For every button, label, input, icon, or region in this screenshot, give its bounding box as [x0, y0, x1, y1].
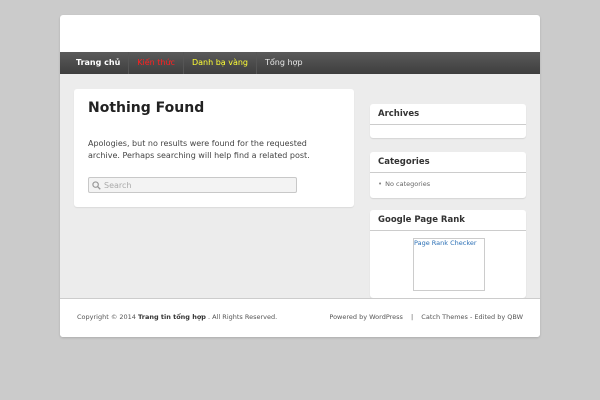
- nav-item-summary[interactable]: Tổng hợp: [257, 52, 311, 74]
- widget-title: Google Page Rank: [370, 210, 526, 231]
- content-panel: Nothing Found Apologies, but no results …: [74, 89, 354, 207]
- site-name-link[interactable]: Trang tin tổng hợp: [138, 313, 206, 321]
- nav-item-directory[interactable]: Danh bạ vàng: [184, 52, 258, 74]
- page-title: Nothing Found: [88, 100, 205, 116]
- search-input[interactable]: [102, 179, 289, 191]
- credits: Powered by WordPress | Catch Themes - Ed…: [329, 313, 523, 321]
- powered-by-link[interactable]: Powered by WordPress: [329, 313, 403, 321]
- nav-item-label: Trang chủ: [76, 58, 121, 67]
- widget-title: Categories: [370, 152, 526, 173]
- theme-credit-link[interactable]: Catch Themes - Edited by QBW: [421, 313, 523, 321]
- pagerank-link[interactable]: Page Rank Checker: [414, 239, 477, 247]
- nav-item-label: Kiến thức: [137, 58, 175, 67]
- categories-widget: Categories • No categories: [370, 152, 526, 198]
- nav-item-knowledge[interactable]: Kiến thức: [129, 52, 184, 74]
- copyright: Copyright © 2014 Trang tin tổng hợp . Al…: [77, 313, 277, 321]
- nav-item-label: Tổng hợp: [265, 58, 303, 67]
- widget-title: Archives: [370, 104, 526, 125]
- site-footer: Copyright © 2014 Trang tin tổng hợp . Al…: [60, 298, 540, 337]
- pagerank-widget: Google Page Rank Page Rank Checker: [370, 210, 526, 298]
- not-found-message: Apologies, but no results were found for…: [88, 139, 310, 160]
- list-item: • No categories: [370, 173, 526, 195]
- footer-divider: |: [411, 313, 414, 321]
- main-area: Nothing Found Apologies, but no results …: [60, 74, 540, 298]
- main-nav: Trang chủ Kiến thức Danh bạ vàng Tổng hợ…: [60, 52, 540, 74]
- bullet-icon: •: [378, 180, 383, 188]
- search-icon: [92, 180, 102, 190]
- nav-item-home[interactable]: Trang chủ: [60, 52, 130, 74]
- copyright-prefix: Copyright © 2014: [77, 313, 136, 321]
- copyright-suffix: . All Rights Reserved.: [208, 313, 278, 321]
- pagerank-frame: Page Rank Checker: [413, 238, 485, 291]
- archives-widget: Archives: [370, 104, 526, 138]
- empty-categories-text: No categories: [385, 180, 431, 188]
- search-box[interactable]: [88, 177, 297, 193]
- page-container: Trang chủ Kiến thức Danh bạ vàng Tổng hợ…: [60, 15, 540, 337]
- nav-item-label: Danh bạ vàng: [191, 58, 249, 67]
